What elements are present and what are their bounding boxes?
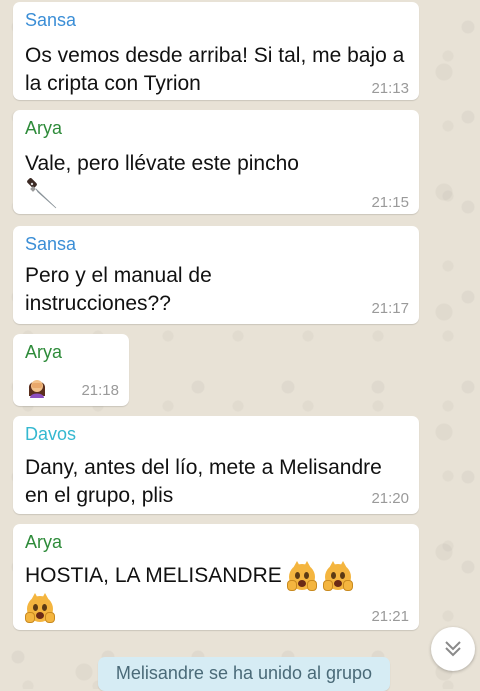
message-timestamp: 21:18 — [81, 382, 119, 399]
message-text: Vale, pero llévate este pincho — [25, 152, 299, 175]
weary-cat-emoji — [25, 593, 55, 623]
sender-name: Arya — [25, 118, 63, 138]
weary-cat-emoji — [323, 561, 353, 591]
message-timestamp: 21:13 — [371, 80, 409, 97]
weary-cat-emoji — [287, 561, 317, 591]
scroll-to-bottom-button[interactable] — [431, 627, 475, 671]
message-bubble[interactable]: Arya Vale, pero llévate este pincho 21:1… — [13, 110, 419, 214]
dagger-emoji — [27, 178, 57, 209]
sender-name: Sansa — [25, 10, 77, 30]
message-bubble[interactable]: Sansa Pero y el manual de instrucciones?… — [13, 226, 419, 324]
double-chevron-down-icon — [445, 641, 461, 657]
message-timestamp: 21:21 — [371, 608, 409, 625]
facepalm-woman-emoji — [28, 380, 46, 398]
message-text: Pero y el manual de instrucciones?? — [25, 264, 212, 315]
message-bubble[interactable]: Arya 21:18 — [13, 334, 129, 406]
message-timestamp: 21:15 — [371, 194, 409, 211]
sender-name: Davos — [25, 424, 77, 444]
sender-name: Arya — [25, 342, 63, 362]
message-text: Os vemos desde arriba! Si tal, me bajo a… — [25, 44, 405, 95]
sender-name: Sansa — [25, 234, 77, 254]
message-timestamp: 21:20 — [371, 490, 409, 507]
message-text: HOSTIA, LA MELISANDRE — [25, 564, 282, 587]
system-message: Melisandre se ha unido al grupo — [98, 657, 390, 691]
system-message-text: Melisandre se ha unido al grupo — [115, 663, 373, 683]
sender-name: Arya — [25, 532, 63, 552]
message-text: Dany, antes del lío, mete a Melisandre e… — [25, 456, 382, 507]
message-bubble[interactable]: Davos Dany, antes del lío, mete a Melisa… — [13, 416, 419, 514]
message-timestamp: 21:17 — [371, 300, 409, 317]
message-bubble[interactable]: Sansa Os vemos desde arriba! Si tal, me … — [13, 2, 419, 100]
message-bubble[interactable]: Arya HOSTIA, LA MELISANDRE 21:21 — [13, 524, 419, 630]
